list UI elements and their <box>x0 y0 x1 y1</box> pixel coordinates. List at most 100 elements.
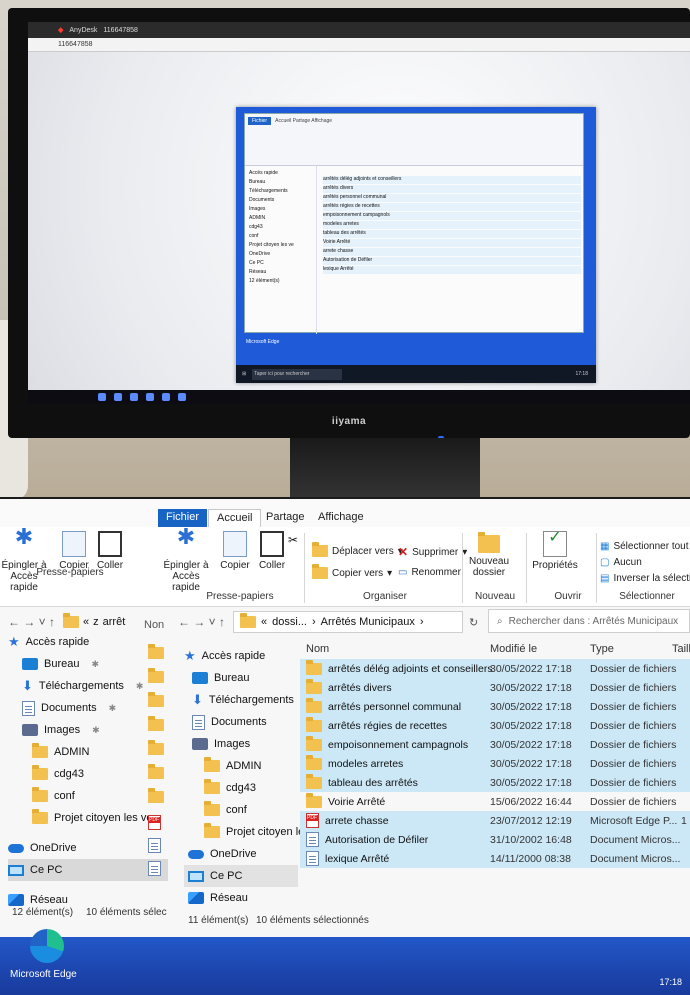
remote-file-row[interactable]: arrêtés régies de recettes <box>323 203 581 211</box>
remote-file-row[interactable]: arrêtés divers <box>323 185 581 193</box>
nav-images[interactable]: Images ✱ <box>8 719 168 741</box>
remote-tab-affichage[interactable]: Affichage <box>311 118 332 124</box>
taskbar-app-icon[interactable] <box>98 393 106 401</box>
edge-shortcut-label[interactable]: Microsoft Edge <box>10 969 77 980</box>
breadcrumb-item-arretes[interactable]: Arrêtés Municipaux <box>321 616 415 628</box>
remote-nav-item[interactable]: Accès rapide <box>249 170 312 179</box>
tab-partage[interactable]: Partage <box>258 509 313 527</box>
select-none-button[interactable]: ▢ Aucun <box>600 557 642 568</box>
remote-edge-shortcut[interactable]: Microsoft Edge <box>246 339 279 345</box>
nav-bureau[interactable]: Bureau <box>184 667 298 689</box>
nav-quick-access[interactable]: ★ Accès rapide <box>8 631 168 653</box>
nav-cdg43[interactable]: cdg43 <box>184 777 298 799</box>
remote-nav-item[interactable]: Réseau <box>249 269 312 278</box>
nav-telechargements[interactable]: ⬇ Téléchargements ✱ <box>8 675 168 697</box>
remote-taskbar-search[interactable]: Taper ici pour rechercher <box>252 368 343 380</box>
table-row[interactable]: arrete chasse 23/07/2012 12:19 Microsoft E… <box>300 811 690 830</box>
column-header-type[interactable]: Type <box>590 643 614 655</box>
column-header-modified[interactable]: Modifié le <box>490 643 537 655</box>
remote-start-icon[interactable]: ⊞ <box>242 371 246 377</box>
remote-file-row[interactable]: arrêtés délég adjoints et conseillers <box>323 176 581 184</box>
remote-nav-item[interactable]: Projet citoyen les ve <box>249 242 312 251</box>
edge-icon[interactable] <box>30 929 64 963</box>
properties-button[interactable]: ✓ Propriétés <box>530 530 580 572</box>
remote-file-row[interactable]: tableau des arrêtés <box>323 230 581 238</box>
nav-images[interactable]: Images <box>184 733 298 755</box>
remote-file-row[interactable]: empoisonnement campagnols <box>323 212 581 220</box>
tab-affichage[interactable]: Affichage <box>310 509 372 527</box>
new-folder-button[interactable]: Nouveau dossier <box>466 531 512 578</box>
invert-selection-button[interactable]: ▤ Inverser la sélection <box>600 573 690 584</box>
remote-file-row[interactable]: arrêtés personnel communal <box>323 194 581 202</box>
rename-button[interactable]: ▭ Renommer <box>398 567 461 578</box>
nav-projet-citoyen[interactable]: Projet citoyen les ve <box>184 821 324 843</box>
pin-quick-access-button[interactable]: ✱ Épingler à Accès rapide <box>160 526 212 594</box>
nav-conf[interactable]: conf <box>8 785 168 807</box>
cut-icon[interactable]: ✂ <box>288 533 298 547</box>
nav-quick-access[interactable]: ★ Accès rapide <box>184 645 298 667</box>
breadcrumb[interactable]: « dossi... › Arrêtés Municipaux › <box>233 611 464 633</box>
search-input[interactable]: ⌕ Rechercher dans : Arrêtés Municipaux <box>488 609 690 633</box>
taskbar-app-icon[interactable] <box>162 393 170 401</box>
remote-nav-item[interactable]: ADMIN <box>249 215 312 224</box>
table-row[interactable]: arrêtés personnel communal 30/05/2022 17:… <box>300 697 690 716</box>
nav-documents[interactable]: Documents <box>184 711 298 733</box>
column-header-size[interactable]: Taille <box>672 643 690 655</box>
remote-nav-item[interactable]: conf <box>249 233 312 242</box>
remote-file-row[interactable]: Voirie Arrêté <box>323 239 581 247</box>
tab-accueil[interactable]: Accueil <box>208 509 262 527</box>
remote-file-row[interactable]: modeles arretes <box>323 221 581 229</box>
remote-file-row[interactable]: Autorisation de Défiler <box>323 257 581 265</box>
select-all-button[interactable]: ▦ Sélectionner tout <box>600 541 689 552</box>
nav-onedrive[interactable]: OneDrive <box>8 837 168 859</box>
nav-reseau[interactable]: Réseau <box>184 887 298 909</box>
table-row[interactable]: arrêtés délég adjoints et conseillers 30/… <box>300 659 690 678</box>
copy-button-left[interactable]: Copier <box>54 531 94 571</box>
nav-projet-citoyen[interactable]: Projet citoyen les ve <box>8 807 168 829</box>
paste-button-left[interactable]: Coller <box>94 531 126 571</box>
remote-nav-item[interactable]: OneDrive <box>249 251 312 260</box>
taskbar-app-icon[interactable] <box>114 393 122 401</box>
remote-file-row[interactable]: arrete chasse <box>323 248 581 256</box>
nav-cdg43[interactable]: cdg43 <box>8 763 168 785</box>
table-row[interactable]: arrêtés régies de recettes 30/05/2022 17:… <box>300 716 690 735</box>
delete-button[interactable]: ✕ Supprimer ▾ <box>398 545 467 559</box>
nav-telechargements[interactable]: ⬇ Téléchargements <box>184 689 298 711</box>
table-row[interactable]: Voirie Arrêté 15/06/2022 16:44 Dossier de … <box>300 792 690 811</box>
remote-tab-accueil[interactable]: Accueil <box>275 118 291 124</box>
table-row[interactable]: Autorisation de Défiler 31/10/2002 16:48 D… <box>300 830 690 849</box>
anydesk-session-tab[interactable]: 116647858 <box>103 27 138 34</box>
table-row[interactable]: modeles arretes 30/05/2022 17:18 Dossier d… <box>300 754 690 773</box>
remote-file-row[interactable]: lexique Arrêté <box>323 266 581 274</box>
nav-conf[interactable]: conf <box>184 799 298 821</box>
taskbar-app-icon[interactable] <box>130 393 138 401</box>
nav-ce-pc[interactable]: Ce PC <box>184 865 298 887</box>
refresh-icon[interactable]: ↻ <box>469 616 478 629</box>
remote-nav-item[interactable]: cdg43 <box>249 224 312 233</box>
anydesk-address[interactable]: 116647858 <box>58 41 93 48</box>
remote-nav-item[interactable]: Bureau <box>249 179 312 188</box>
nav-admin[interactable]: ADMIN <box>184 755 298 777</box>
copy-to-button[interactable]: Copier vers ▾ <box>312 564 392 579</box>
table-row[interactable]: empoisonnement campagnols 30/05/2022 17:1… <box>300 735 690 754</box>
remote-tab-partage[interactable]: Partage <box>293 118 311 124</box>
pin-quick-access-button-left[interactable]: ✱ Épingler à Accès rapide <box>0 526 48 594</box>
nav-onedrive[interactable]: OneDrive <box>184 843 298 865</box>
nav-ce-pc[interactable]: Ce PC <box>8 859 168 881</box>
copy-button[interactable]: Copier <box>216 531 254 571</box>
remote-tab-fichier[interactable]: Fichier <box>248 117 272 125</box>
taskbar-app-icon[interactable] <box>178 393 186 401</box>
main-nav-arrows[interactable]: ← → ˅ ↑ <box>170 615 233 629</box>
breadcrumb-item-dossiers[interactable]: dossi... <box>272 616 307 628</box>
remote-nav-item[interactable]: Documents <box>249 197 312 206</box>
nav-documents[interactable]: Documents ✱ <box>8 697 168 719</box>
taskbar-app-icon[interactable] <box>146 393 154 401</box>
nav-bureau[interactable]: Bureau ✱ <box>8 653 168 675</box>
remote-nav-item[interactable]: Images <box>249 206 312 215</box>
left-name-column-header[interactable]: Non <box>144 619 164 631</box>
table-row[interactable]: lexique Arrêté 14/11/2000 08:38 Document M… <box>300 849 690 868</box>
move-to-button[interactable]: Déplacer vers ▾ <box>312 542 403 557</box>
paste-button[interactable]: Coller <box>256 531 288 571</box>
nav-admin[interactable]: ADMIN <box>8 741 168 763</box>
remote-nav-item[interactable]: Téléchargements <box>249 188 312 197</box>
